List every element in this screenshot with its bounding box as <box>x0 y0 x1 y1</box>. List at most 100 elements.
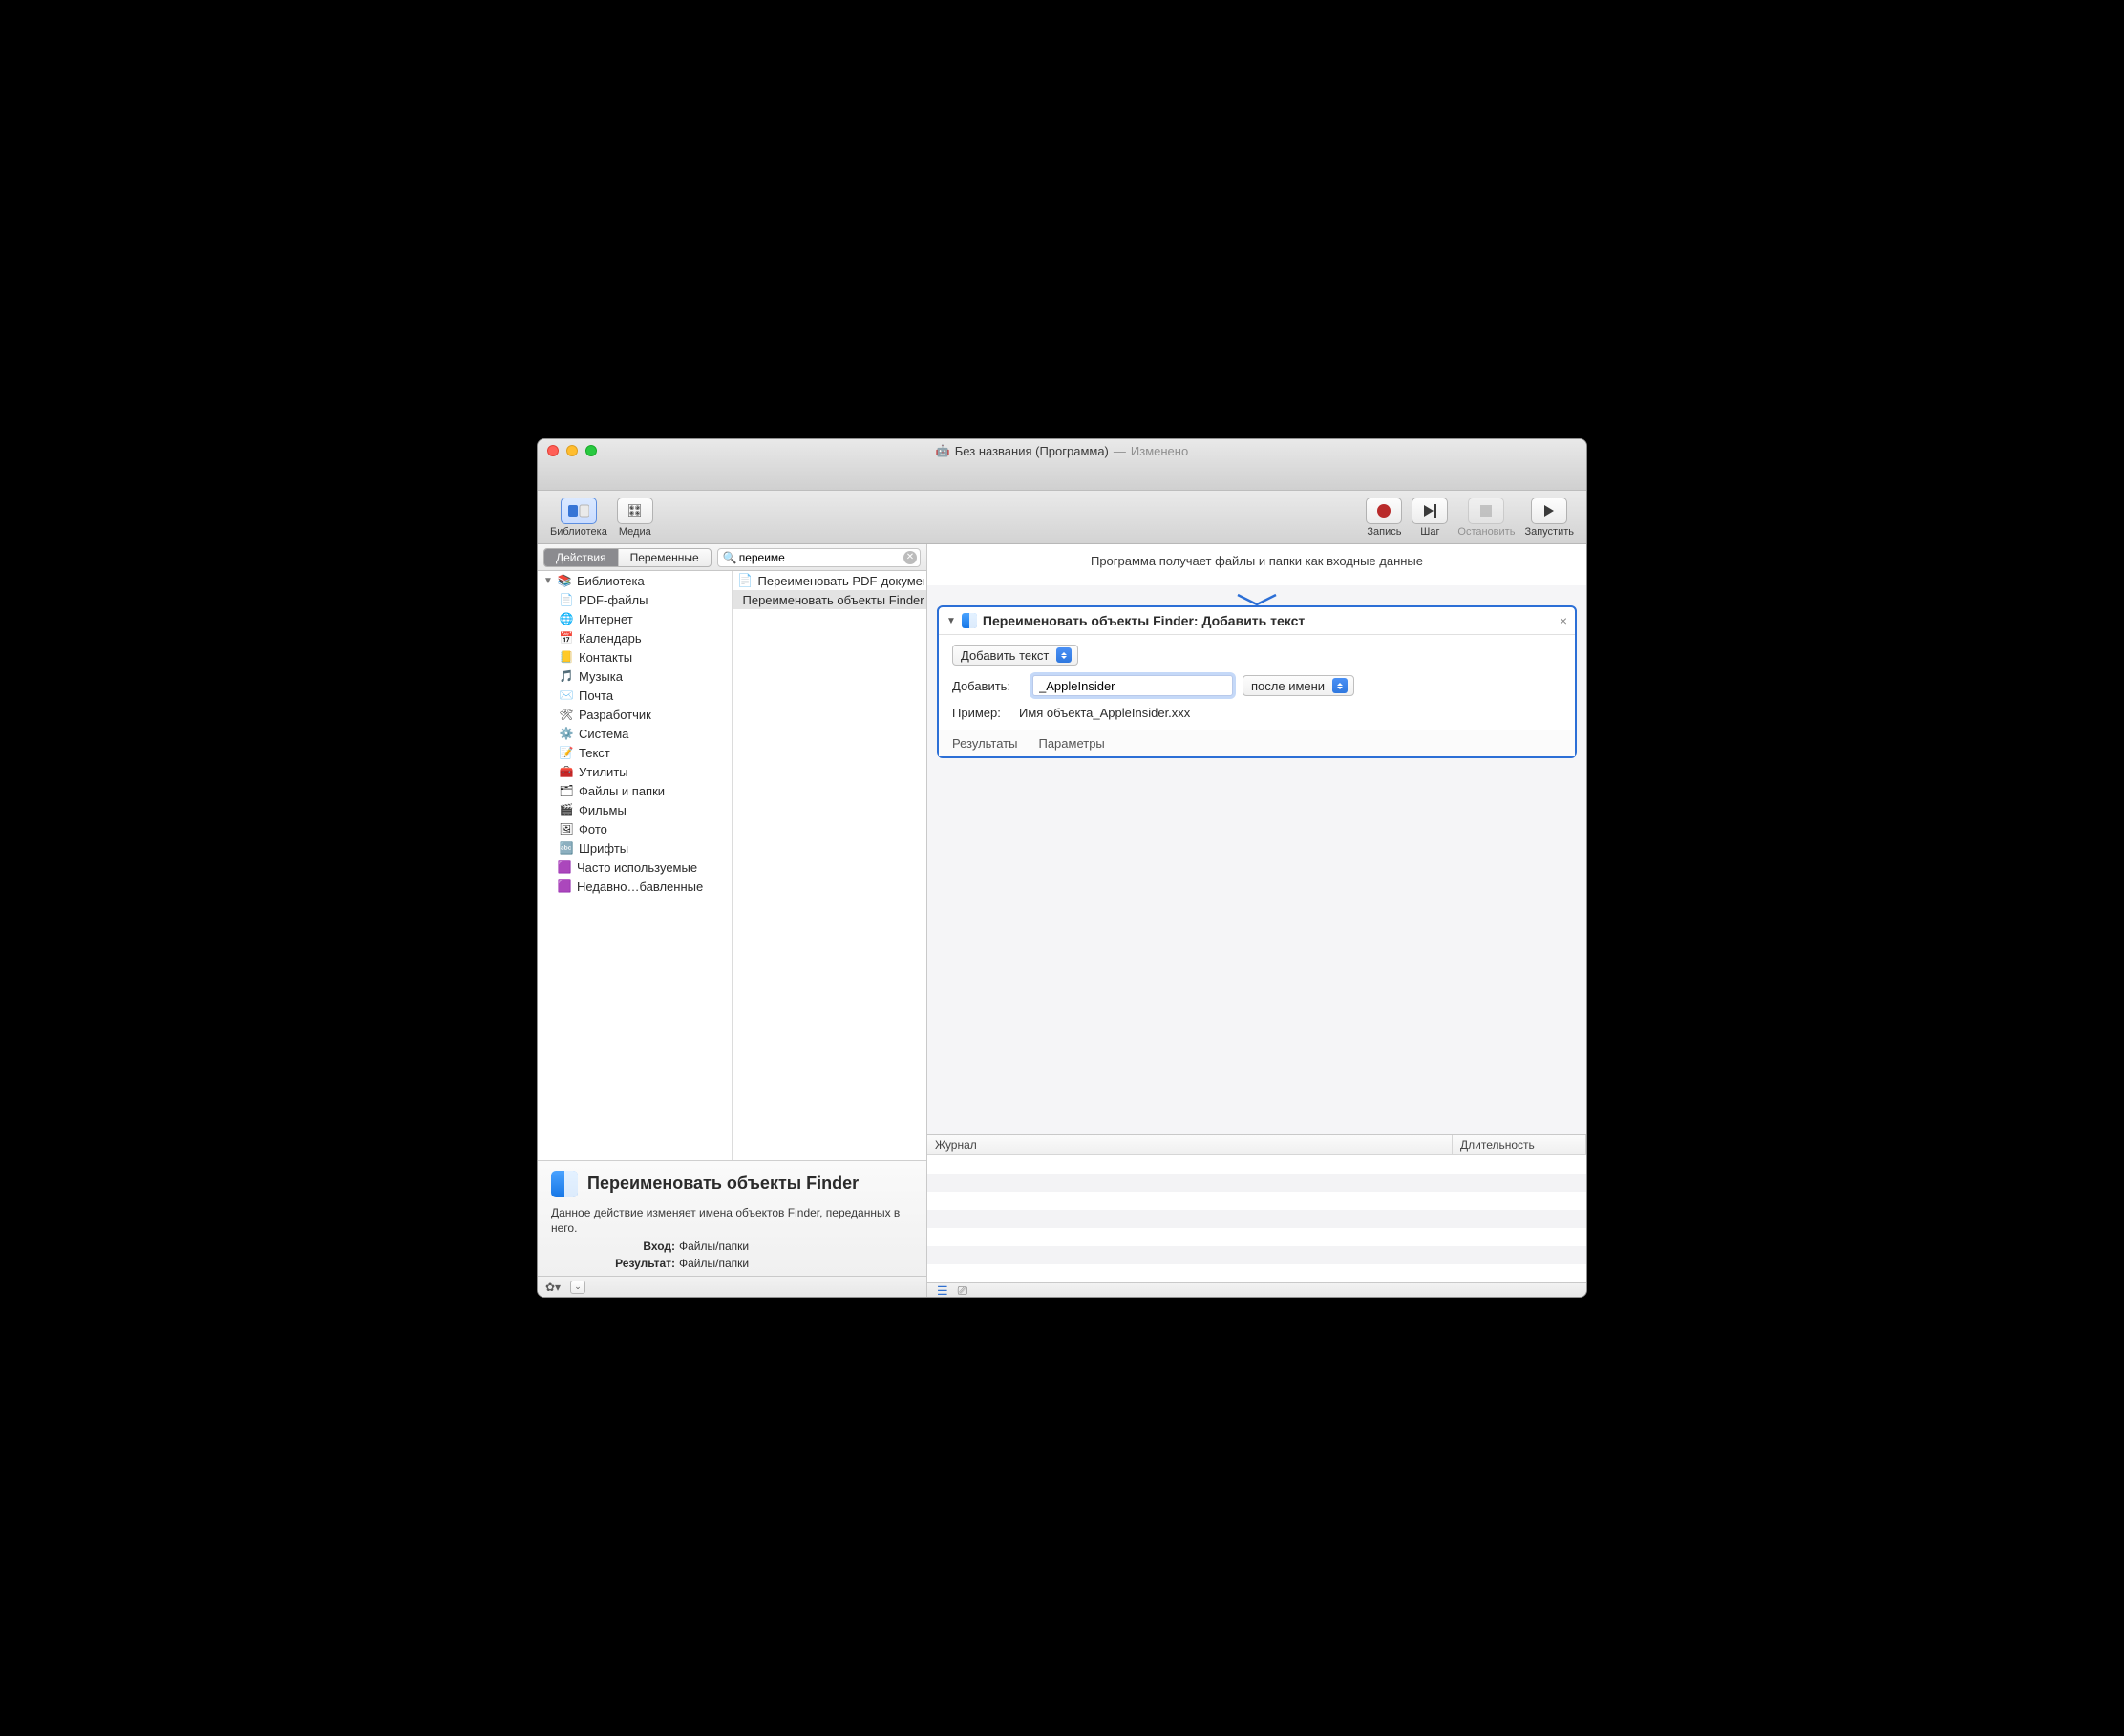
search-input[interactable] <box>717 548 921 567</box>
category-item[interactable]: 🎵 Музыка <box>538 667 732 686</box>
category-icon: ✉️ <box>559 688 574 703</box>
log-body <box>927 1155 1586 1282</box>
run-button[interactable]: Запустить <box>1519 498 1579 538</box>
smart-folder-item[interactable]: 🟪 Часто используемые <box>538 857 732 877</box>
category-item[interactable]: 🎬Фильмы <box>538 800 732 819</box>
smart-folder-label: Недавно…бавленные <box>577 879 703 894</box>
example-value: Имя объекта_AppleInsider.xxx <box>1019 706 1190 720</box>
info-description: Данное действие изменяет имена объектов … <box>551 1205 913 1236</box>
library-button[interactable]: Библиотека <box>545 498 612 538</box>
action-label: Переименовать PDF-документы <box>758 574 927 588</box>
close-window-icon[interactable] <box>547 445 559 456</box>
log-row <box>927 1155 1586 1174</box>
category-item[interactable]: 📒Контакты <box>538 647 732 667</box>
library-root[interactable]: ▼ 📚 Библиотека <box>538 571 732 590</box>
zoom-window-icon[interactable] <box>585 445 597 456</box>
title-main: Без названия (Программа) <box>955 444 1109 458</box>
mode-select[interactable]: Добавить текст <box>952 645 1078 666</box>
params-tab[interactable]: Параметры <box>1038 736 1104 751</box>
tab-actions[interactable]: Действия <box>544 549 619 566</box>
search-icon: 🔍 <box>723 551 737 564</box>
category-item[interactable]: 🖼Фото <box>538 819 732 838</box>
output-value: Файлы/папки <box>679 1257 749 1270</box>
category-label: Контакты <box>579 650 632 665</box>
media-button[interactable]: 🎛 Медиа <box>612 498 658 538</box>
info-panel: Переименовать объекты Finder Данное дейс… <box>538 1160 926 1276</box>
category-item[interactable]: 🌐Интернет <box>538 609 732 628</box>
disclosure-triangle-icon[interactable]: ▼ <box>543 576 552 586</box>
category-label: Файлы и папки <box>579 784 665 798</box>
category-label: Музыка <box>579 669 623 684</box>
category-item[interactable]: 🔤Шрифты <box>538 838 732 857</box>
category-item[interactable]: 📅Календарь <box>538 628 732 647</box>
stop-button[interactable]: Остановить <box>1453 498 1519 538</box>
input-label: Вход: <box>551 1239 675 1253</box>
search-field: 🔍 ✕ <box>717 548 921 567</box>
category-label: Интернет <box>579 612 633 626</box>
library-icon: 📚 <box>557 573 572 588</box>
tab-variables[interactable]: Переменные <box>619 549 711 566</box>
action-card[interactable]: ▼ Переименовать объекты Finder: Добавить… <box>937 605 1577 758</box>
log-col-duration[interactable]: Длительность <box>1453 1135 1586 1154</box>
smart-folder-label: Часто используемые <box>577 860 697 875</box>
connector-icon <box>937 593 1577 606</box>
log-view-icon[interactable]: ☰ <box>937 1283 948 1298</box>
workflow-input-header: Программа получает файлы и папки как вхо… <box>927 544 1586 585</box>
automator-app-icon: 🤖 <box>936 444 950 457</box>
results-tab[interactable]: Результаты <box>952 736 1017 751</box>
finder-icon <box>962 613 977 628</box>
output-label: Результат: <box>551 1257 675 1270</box>
finder-icon <box>551 1171 578 1197</box>
category-item[interactable]: 📝Текст <box>538 743 732 762</box>
clear-search-icon[interactable]: ✕ <box>903 551 917 564</box>
category-label: Почта <box>579 688 613 703</box>
remove-action-icon[interactable]: × <box>1560 613 1567 628</box>
disclosure-triangle-icon[interactable]: ▼ <box>946 616 956 626</box>
log-row <box>927 1192 1586 1210</box>
category-label: Утилиты <box>579 765 628 779</box>
category-item[interactable]: 📄PDF-файлы <box>538 590 732 609</box>
category-item[interactable]: 🛠Разработчик <box>538 705 732 724</box>
category-label: Система <box>579 727 628 741</box>
run-label: Запустить <box>1524 526 1574 538</box>
smart-folder-icon: 🟪 <box>557 879 572 894</box>
outline-view-icon[interactable]: ⎚ <box>958 1283 967 1298</box>
library-tree[interactable]: ▼ 📚 Библиотека 📄PDF-файлы🌐Интернет📅Календар… <box>538 571 733 1160</box>
workflow-canvas[interactable]: ▼ Переименовать объекты Finder: Добавить… <box>927 585 1586 1134</box>
collapse-toggle-icon[interactable]: ⌄ <box>570 1281 585 1294</box>
smart-folder-item[interactable]: 🟪 Недавно…бавленные <box>538 877 732 896</box>
add-text-input[interactable] <box>1032 675 1233 696</box>
category-icon: 🎵 <box>559 668 574 684</box>
category-item[interactable]: 🗂Файлы и папки <box>538 781 732 800</box>
category-item[interactable]: 🧰Утилиты <box>538 762 732 781</box>
settings-gear-icon[interactable]: ✿▾ <box>545 1281 561 1294</box>
action-list[interactable]: 📄Переименовать PDF-документыПереименоват… <box>733 571 927 1160</box>
log-row <box>927 1246 1586 1264</box>
category-icon: 📄 <box>559 592 574 607</box>
action-item[interactable]: 📄Переименовать PDF-документы <box>733 571 927 590</box>
action-item[interactable]: Переименовать объекты Finder <box>733 590 927 609</box>
minimize-window-icon[interactable] <box>566 445 578 456</box>
category-item[interactable]: ⚙️ Система <box>538 724 732 743</box>
action-label: Переименовать объекты Finder <box>743 593 924 607</box>
workflow-pane: Программа получает файлы и папки как вхо… <box>927 544 1586 1297</box>
window-controls <box>538 445 606 456</box>
mode-select-value: Добавить текст <box>961 648 1049 663</box>
library-label: Библиотека <box>550 526 607 538</box>
add-text-label: Добавить: <box>952 679 1023 693</box>
media-label: Медиа <box>619 526 651 538</box>
step-label: Шаг <box>1420 526 1439 538</box>
smart-folder-icon: 🟪 <box>557 859 572 875</box>
step-button[interactable]: Шаг <box>1407 498 1453 538</box>
category-icon: ⚙️ <box>559 726 574 741</box>
position-select[interactable]: после имени <box>1243 675 1354 696</box>
log-col-journal[interactable]: Журнал <box>927 1135 1453 1154</box>
app-window: 🤖 Без названия (Программа) — Изменено Би… <box>537 438 1587 1298</box>
library-root-label: Библиотека <box>577 574 645 588</box>
log-row <box>927 1174 1586 1192</box>
record-icon <box>1377 504 1391 518</box>
category-label: Разработчик <box>579 708 651 722</box>
category-item[interactable]: ✉️ Почта <box>538 686 732 705</box>
category-label: Шрифты <box>579 841 628 856</box>
record-button[interactable]: Запись <box>1361 498 1407 538</box>
